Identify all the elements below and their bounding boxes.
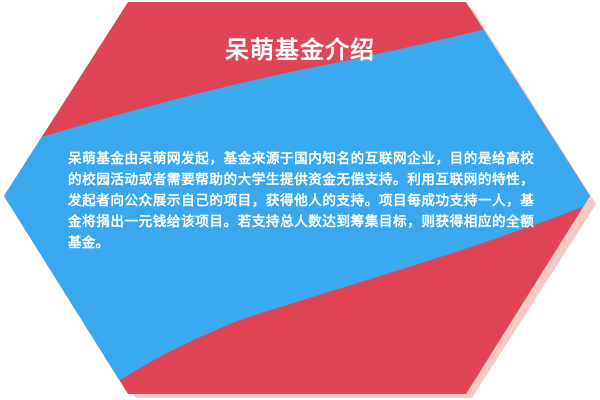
fund-intro-card: 呆萌基金介绍 呆萌基金由呆萌网发起，基金来源于国内知名的互联网企业，目的是给高校… (0, 0, 600, 400)
card-title: 呆萌基金介绍 (225, 36, 375, 64)
card-description: 呆萌基金由呆萌网发起，基金来源于国内知名的互联网企业，目的是给高校的校园活动或者… (68, 151, 534, 251)
